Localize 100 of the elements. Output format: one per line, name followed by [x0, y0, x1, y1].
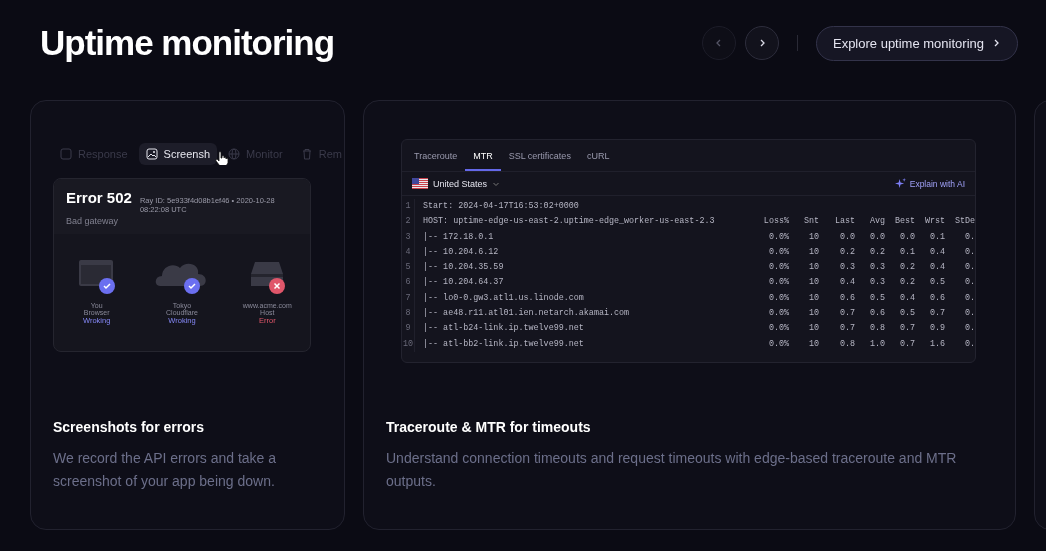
- table-cell-text: 0.: [963, 245, 975, 259]
- preview-tab[interactable]: Screensh: [138, 143, 218, 165]
- line-number: 1: [404, 200, 412, 213]
- sparkle-icon: [894, 178, 906, 189]
- table-cell-text: 0.4: [838, 276, 855, 290]
- table-cell-text: 0.7: [838, 322, 855, 336]
- output-tab[interactable]: MTR: [465, 140, 501, 171]
- table-cell-text: 0.8: [838, 337, 855, 351]
- table-cell-text: 0.4: [928, 245, 945, 259]
- table-cell-text: 0.5: [928, 276, 945, 290]
- table-cell-text: 0.2: [838, 245, 855, 259]
- code-line: Start: 2024-04-17T16:53:02+0000: [423, 200, 580, 213]
- output-tab[interactable]: Traceroute: [406, 140, 466, 171]
- table-cell-text: 0.0: [838, 230, 855, 244]
- table-cell-text: |-- 10.204.35.59: [423, 261, 505, 275]
- table-cell-text: 0.4: [928, 261, 945, 275]
- table-cell-text: 0.6: [838, 291, 855, 305]
- table-cell-text: 0.3: [868, 261, 885, 275]
- table-cell-text: 0.: [963, 230, 975, 244]
- table-cell-text: 0.5: [898, 307, 915, 321]
- table-cell-text: |-- 172.18.0.1: [423, 230, 495, 244]
- table-cell-text: |-- ae48.r11.atl01.ien.netarch.akamai.com: [423, 307, 631, 321]
- region-dropdown[interactable]: United States: [412, 178, 501, 189]
- table-cell-text: 0.0%: [767, 230, 789, 244]
- hand-cursor-icon: [215, 151, 229, 165]
- output-tab[interactable]: cURL: [578, 140, 618, 171]
- table-cell-text: 0.: [963, 276, 975, 290]
- table-cell-text: 0.1: [898, 245, 915, 259]
- table-cell-text: 0.7: [898, 337, 915, 351]
- table-cell-text: 0.: [963, 307, 975, 321]
- table-cell-text: 10: [807, 291, 819, 305]
- table-cell-text: 0.2: [898, 261, 915, 275]
- explain-ai-button[interactable]: Explain with AI: [894, 178, 965, 189]
- card-heading: Screenshots for errors: [53, 419, 205, 435]
- error-subtitle: Bad gateway: [66, 216, 120, 226]
- square-icon: [60, 148, 72, 160]
- table-cell-text: 0.5: [868, 291, 885, 305]
- table-cell-text: 0.0%: [767, 322, 789, 336]
- table-cell-text: |-- 10.204.64.37: [423, 276, 505, 290]
- table-cell-text: 0.: [963, 261, 975, 275]
- table-cell-text: 0.7: [898, 322, 915, 336]
- table-cell-text: 0.0: [898, 230, 915, 244]
- table-cell-text: |-- atl-b24-link.ip.twelve99.net: [423, 322, 585, 336]
- table-cell-text: 0.1: [928, 230, 945, 244]
- line-number: 2: [404, 215, 412, 229]
- column-header: HOST: uptime-edge-us-east-2.uptime-edge_worker-us-east-2.3: [423, 215, 716, 229]
- column-header: Wrst: [923, 215, 945, 229]
- column-header: Snt: [802, 215, 819, 229]
- line-number: 5: [404, 261, 412, 275]
- line-number: 10: [402, 337, 414, 351]
- table-cell-text: 0.0%: [767, 276, 789, 290]
- table-cell-text: 0.2: [898, 276, 915, 290]
- table-cell-text: 0.7: [928, 307, 945, 321]
- explore-button[interactable]: Explore uptime monitoring: [815, 25, 1018, 61]
- table-cell-text: 10: [807, 322, 819, 336]
- line-number: 3: [404, 230, 412, 244]
- line-number: 8: [404, 307, 412, 321]
- line-number: 6: [404, 276, 412, 290]
- table-cell-text: |-- atl-bb2-link.ip.twelve99.net: [423, 337, 585, 351]
- flag-icon: [412, 178, 428, 189]
- column-header: Loss%: [762, 215, 789, 229]
- table-cell-text: |-- 10.204.6.12: [423, 245, 500, 259]
- trash-icon: [300, 148, 313, 160]
- card-description: Understand connection timeouts and request timeouts with edge-based traceroute and MTR outputs.: [386, 449, 958, 491]
- next-button[interactable]: [744, 26, 779, 60]
- output-tab[interactable]: SSL certificates: [500, 140, 579, 171]
- table-cell-text: 0.7: [838, 307, 855, 321]
- table-cell-text: 0.0%: [767, 245, 789, 259]
- table-cell-text: 1.6: [928, 337, 945, 351]
- table-cell-text: 10: [807, 245, 819, 259]
- line-number: 9: [404, 322, 412, 336]
- card-description: We record the API errors and take a screenshot of your app being down.: [53, 449, 278, 491]
- table-cell-text: 0.0%: [767, 307, 789, 321]
- table-cell-text: 0.3: [838, 261, 855, 275]
- column-header: Best: [893, 215, 915, 229]
- column-header: StDe: [953, 215, 975, 229]
- column-header: Avg: [868, 215, 885, 229]
- page-title: Uptime monitoring: [40, 23, 335, 63]
- column-header: Last: [833, 215, 855, 229]
- table-cell-text: 0.3: [868, 276, 885, 290]
- globe-icon: [228, 148, 241, 160]
- table-cell-text: 0.8: [868, 322, 885, 336]
- table-cell-text: 0.0%: [767, 337, 789, 351]
- table-cell-text: 10: [807, 307, 819, 321]
- table-cell-text: 0.0%: [767, 261, 789, 275]
- table-cell-text: 0.4: [898, 291, 915, 305]
- table-cell-text: 0.6: [928, 291, 945, 305]
- error-title: Error 502: [66, 189, 132, 206]
- table-cell-text: 0.0%: [767, 291, 789, 305]
- table-cell-text: 10: [807, 230, 819, 244]
- table-cell-text: 0.6: [868, 307, 885, 321]
- table-cell-text: 10: [807, 337, 819, 351]
- table-cell-text: 0.: [963, 337, 975, 351]
- table-cell-text: 10: [807, 276, 819, 290]
- table-cell-text: 10: [807, 261, 819, 275]
- line-number: 4: [404, 245, 412, 259]
- table-cell-text: |-- lo0-0.gw3.atl1.us.linode.com: [423, 291, 585, 305]
- table-cell-text: 0.: [963, 291, 975, 305]
- table-cell-text: 0.9: [928, 322, 945, 336]
- table-cell-text: 0.2: [868, 245, 885, 259]
